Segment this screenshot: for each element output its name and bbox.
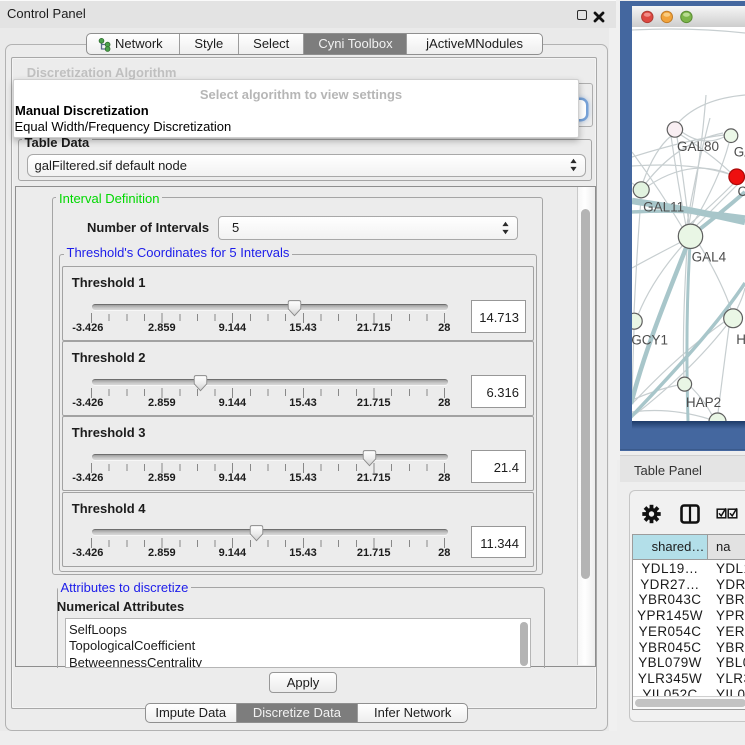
svg-text:GAL11: GAL11 [643, 200, 684, 215]
svg-text:HAP2: HAP2 [686, 395, 721, 410]
svg-text:GA: GA [734, 145, 745, 160]
svg-text:H: H [736, 332, 745, 347]
svg-text:GAL80: GAL80 [677, 139, 719, 154]
svg-text:GCY1: GCY1 [632, 332, 668, 347]
svg-text:CA: CA [738, 184, 745, 199]
svg-text:GAL4: GAL4 [692, 250, 727, 265]
